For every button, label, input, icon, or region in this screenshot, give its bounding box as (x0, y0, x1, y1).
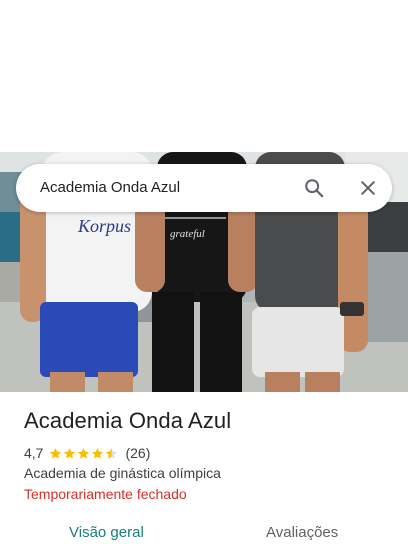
place-tabs: Visão geral Avaliações (0, 516, 408, 544)
search-box[interactable]: Academia Onda Azul (16, 164, 392, 212)
tab-reviews[interactable]: Avaliações (266, 524, 338, 541)
star-icon (78, 447, 90, 459)
search-input[interactable]: Academia Onda Azul (40, 164, 180, 212)
rating-value: 4,7 (24, 445, 44, 461)
review-count[interactable]: (26) (125, 445, 150, 461)
shirt-text: Korpus (77, 216, 131, 236)
place-sheet: Korpus grateful Academia Onda Azul Acade… (0, 0, 408, 544)
star-icon (50, 447, 62, 459)
rating-row[interactable]: 4,7 (26) (24, 444, 150, 462)
place-name: Academia Onda Azul (24, 408, 232, 433)
close-icon[interactable] (356, 176, 380, 200)
tab-overview[interactable]: Visão geral (69, 524, 144, 541)
search-icon[interactable] (302, 176, 326, 200)
place-category: Academia de ginástica olímpica (24, 465, 221, 481)
shirt-text-2: grateful (170, 228, 205, 240)
status-closed: Temporariamente fechado (24, 486, 187, 502)
star-icon (64, 447, 76, 459)
star-icon (92, 447, 104, 459)
half-star-icon (106, 447, 118, 459)
star-rating (49, 447, 119, 460)
